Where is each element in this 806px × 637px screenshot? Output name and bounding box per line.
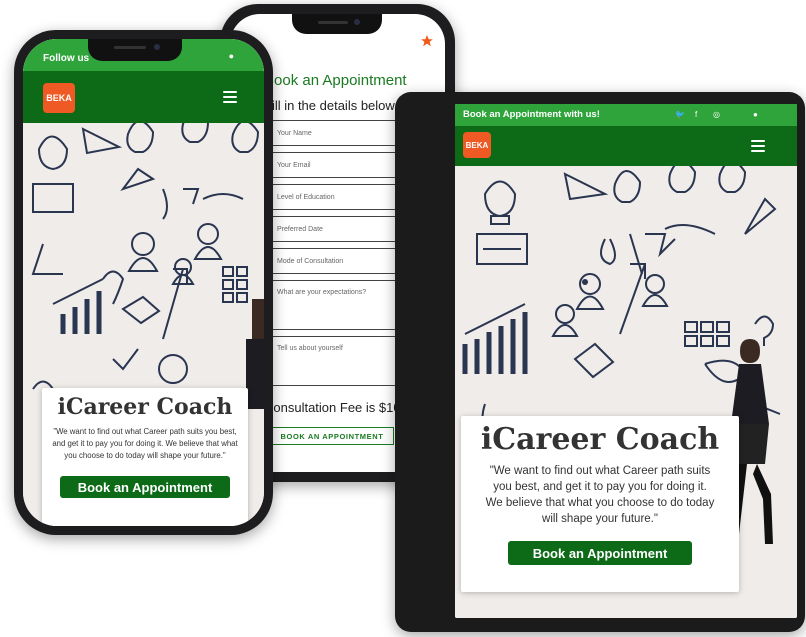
front-logo[interactable]: BEKA [43,83,75,113]
form-subtitle: Fill in the details below [264,98,395,113]
twitter-icon[interactable]: 🐦 [675,110,685,119]
front-menu-icon[interactable] [223,91,237,106]
tablet-screen: Book an Appointment with us! 🐦 f ◎ ● BEK… [455,104,797,618]
tablet-hero-title: iCareer Coach [480,422,720,457]
user-icon[interactable]: ● [229,51,234,61]
front-hero-text: "We want to find out what Career path su… [52,427,238,460]
tablet-logo[interactable]: BEKA [463,132,491,158]
facebook-icon[interactable]: f [695,110,697,119]
front-hero-card: iCareer Coach "We want to find out what … [42,388,248,526]
front-phone-frame: Follow us ● BEKA iCareer Coach "We want … [14,30,273,535]
tablet-topbar: Book an Appointment with us! 🐦 f ◎ ● [455,104,797,126]
user-icon[interactable]: ● [753,110,758,119]
tablet-hero-text: "We want to find out what Career path su… [485,465,715,525]
tablet-menu-icon[interactable] [751,140,765,155]
instagram-icon[interactable]: ◎ [713,110,720,119]
tablet-frame: Book an Appointment with us! 🐦 f ◎ ● BEK… [395,92,805,632]
front-topbar-text: Follow us [43,53,90,64]
phone-notch [88,39,182,61]
front-navbar: BEKA [23,71,264,123]
tablet-book-button[interactable]: Book an Appointment [508,541,692,565]
front-phone-screen: Follow us ● BEKA iCareer Coach "We want … [23,39,264,526]
submit-button[interactable]: BOOK AN APPOINTMENT [270,427,394,445]
tablet-navbar: BEKA [455,126,797,166]
form-title: Book an Appointment [264,72,407,89]
tablet-hero-card: iCareer Coach "We want to find out what … [461,416,739,592]
front-book-button[interactable]: Book an Appointment [60,476,230,498]
tablet-topbar-text: Book an Appointment with us! [463,109,600,120]
phone-notch [292,14,382,34]
front-hero-title: iCareer Coach [57,394,233,420]
star-icon[interactable] [420,34,434,48]
